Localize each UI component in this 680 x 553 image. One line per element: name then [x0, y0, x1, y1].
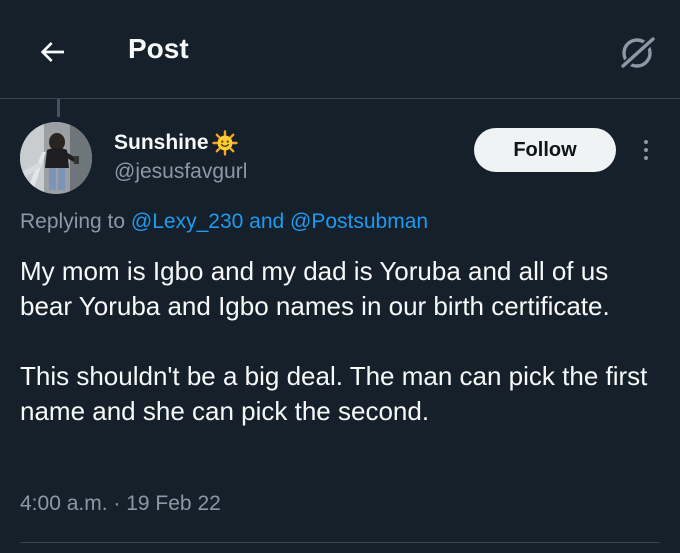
more-vertical-icon [644, 140, 648, 144]
timestamp-separator: · [107, 492, 127, 515]
thread-connector-line [57, 99, 60, 117]
display-name-text: Sunshine [114, 131, 209, 154]
grok-slash-circle-icon [619, 35, 657, 71]
tweet-time-link[interactable]: 4:00 a.m. [20, 492, 108, 515]
replying-prefix: Replying to [20, 210, 131, 233]
mention-postsubman[interactable]: @Postsubman [290, 210, 428, 233]
more-options-button[interactable] [632, 130, 660, 170]
avatar[interactable] [20, 122, 92, 194]
grok-button[interactable] [614, 28, 662, 76]
replying-conjunction[interactable]: and [243, 210, 290, 233]
tweet-timestamp: 4:00 a.m. · 19 Feb 22 [20, 492, 221, 516]
top-bar: Post [0, 0, 680, 99]
author-display-name[interactable]: Sunshine [114, 130, 238, 156]
follow-button[interactable]: Follow [474, 128, 616, 172]
tweet-paragraph-2: This shouldn't be a big deal. The man ca… [20, 361, 648, 426]
replying-to-line: Replying to @Lexy_230 and @Postsubman [20, 210, 428, 234]
page-title: Post [128, 33, 189, 64]
author-handle[interactable]: @jesusfavgurl [114, 160, 247, 184]
divider [20, 542, 660, 543]
mention-lexy-230[interactable]: @Lexy_230 [131, 210, 243, 233]
tweet-paragraph-1: My mom is Igbo and my dad is Yoruba and … [20, 256, 610, 321]
avatar-photo [20, 122, 92, 194]
tweet-date-link[interactable]: 19 Feb 22 [126, 492, 221, 515]
tweet-text: My mom is Igbo and my dad is Yoruba and … [20, 254, 650, 429]
arrow-left-icon [40, 42, 64, 62]
smiling-sun-emoji-icon [211, 130, 238, 156]
back-button[interactable] [30, 30, 74, 74]
